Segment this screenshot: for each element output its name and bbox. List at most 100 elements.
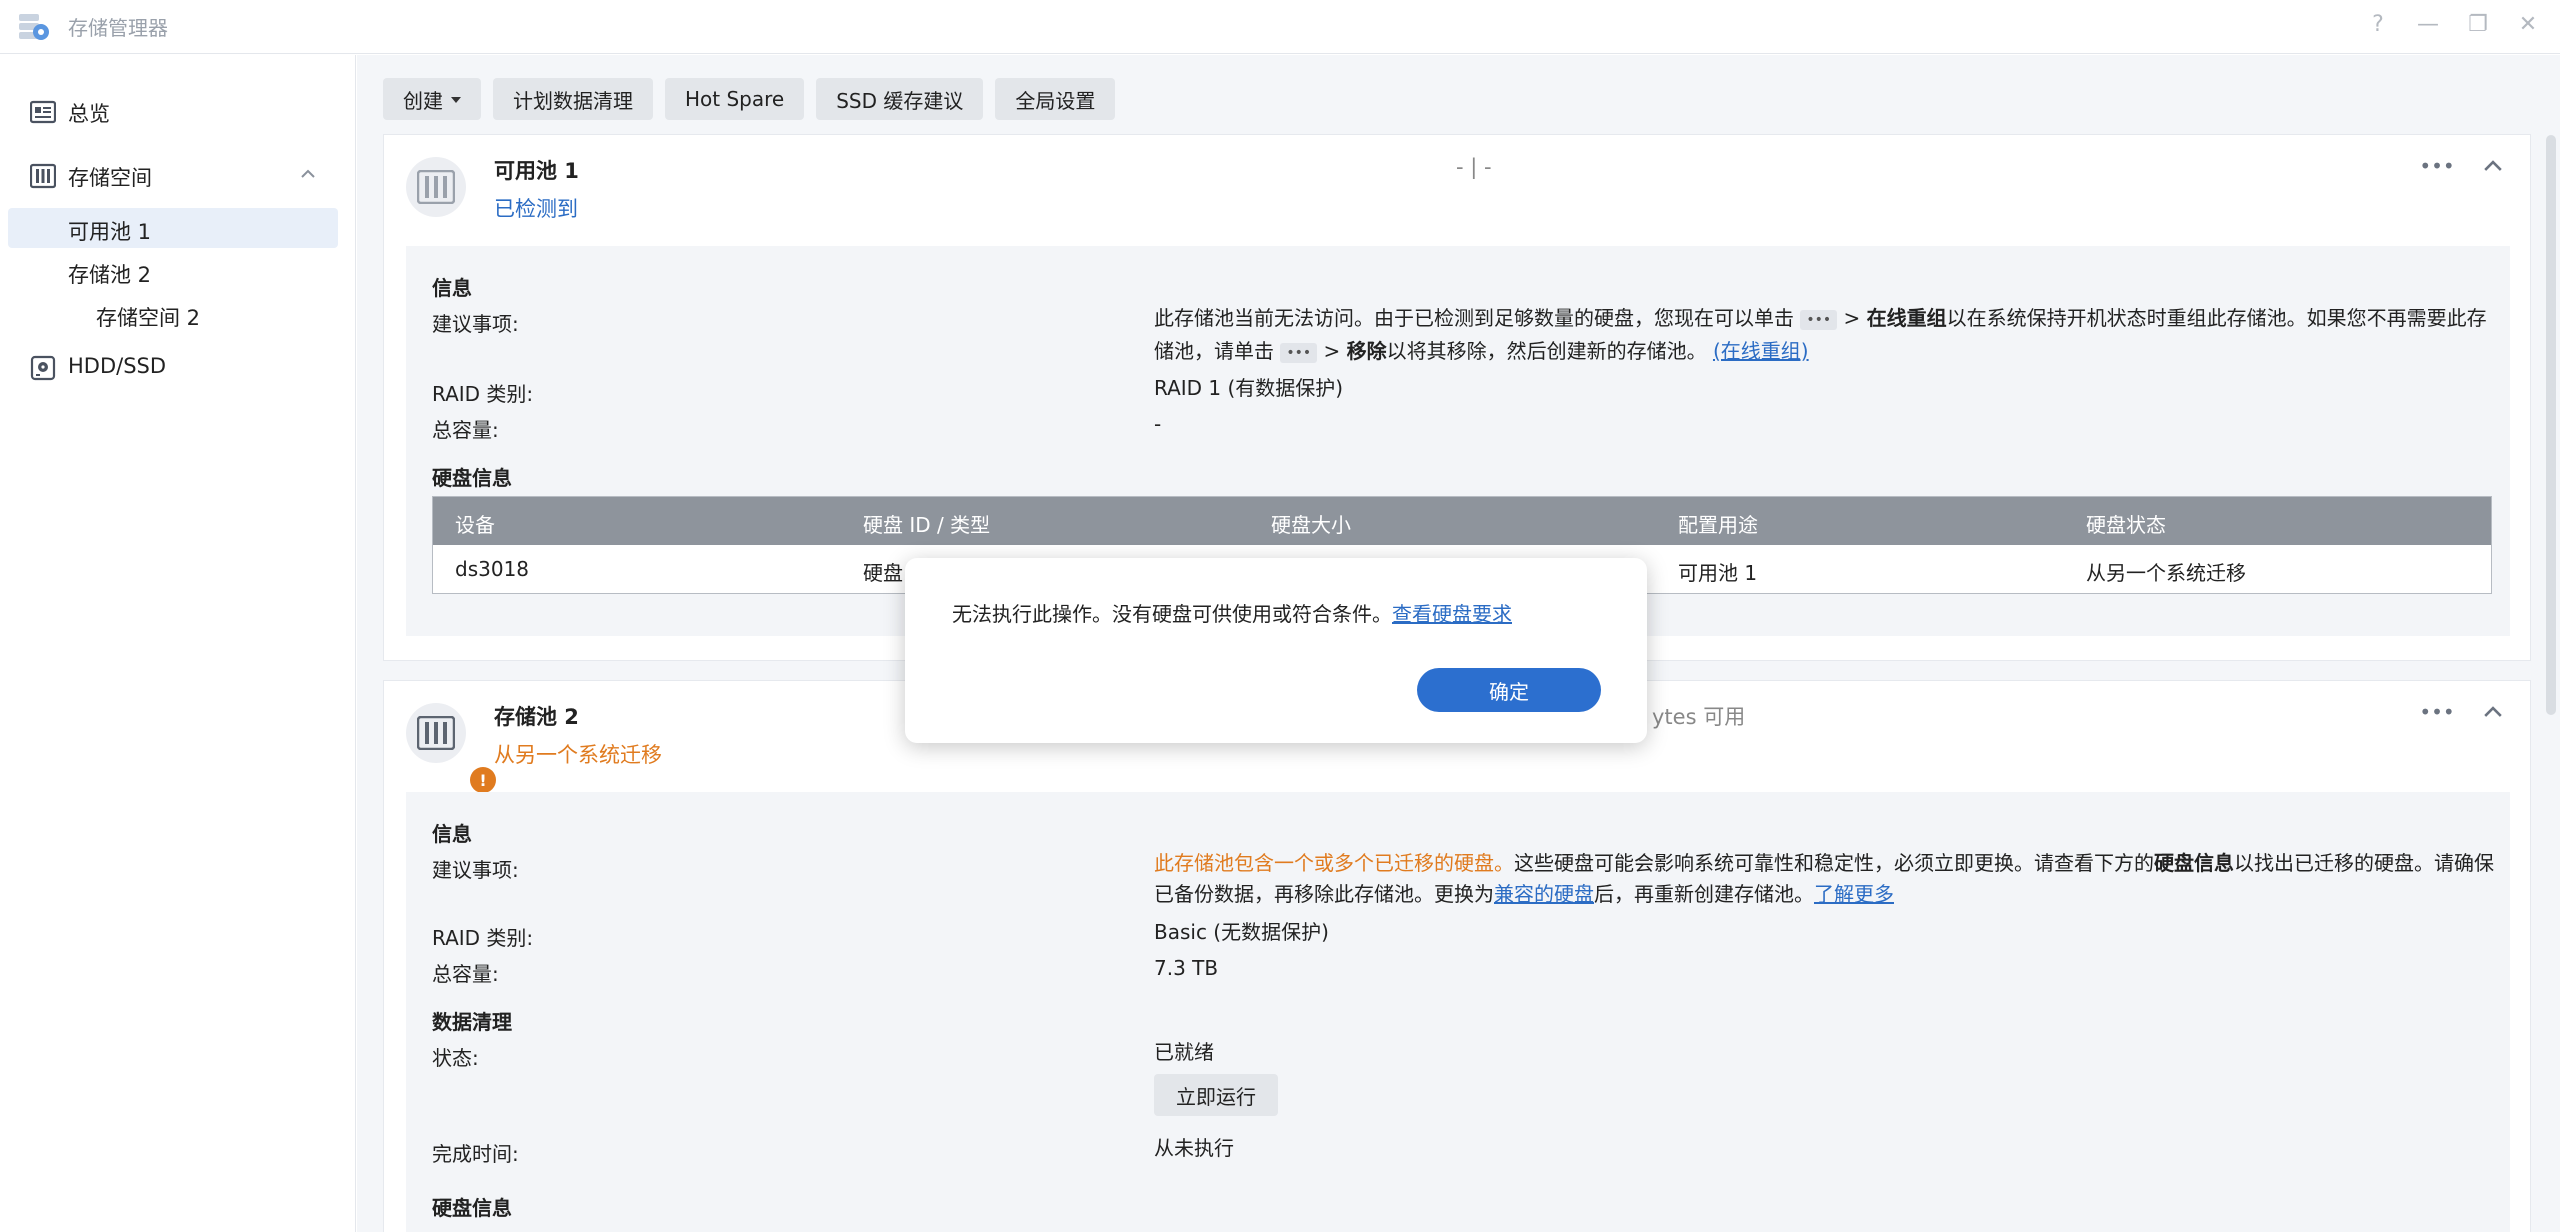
sidebar-item-hdd-ssd[interactable]: HDD/SSD xyxy=(0,342,356,394)
caret-down-icon xyxy=(451,97,461,103)
scrub-schedule-button[interactable]: 计划数据清理 xyxy=(493,78,653,120)
toolbar: 创建 计划数据清理 Hot Spare SSD 缓存建议 全局设置 xyxy=(383,78,1116,120)
minimize-icon[interactable]: — xyxy=(2414,10,2442,38)
online-assemble-link[interactable]: (在线重组) xyxy=(1713,339,1809,363)
capacity-label: 总容量: xyxy=(432,962,499,986)
pool-title: 存储池 2 xyxy=(494,705,579,729)
dialog-message: 无法执行此操作。没有硬盘可供使用或符合条件。查看硬盘要求 xyxy=(952,598,1512,627)
pool-body: 信息 建议事项: 此存储池包含一个或多个已迁移的硬盘。这些硬盘可能会影响系统可靠… xyxy=(406,792,2510,1232)
suggestion-text: 后，再重新创建存储池。 xyxy=(1594,882,1814,906)
state-value: 已就绪 xyxy=(1154,1040,1214,1064)
pool-status: 已检测到 xyxy=(494,197,578,221)
ok-button[interactable]: 确定 xyxy=(1417,668,1601,712)
done-time-value: 从未执行 xyxy=(1154,1136,1234,1160)
pool-header[interactable]: 可用池 1 已检测到 - | - ••• xyxy=(384,135,2530,245)
suggestion-value: 此存储池当前无法访问。由于已检测到足够数量的硬盘，您现在可以单击 ••• > 在… xyxy=(1154,302,2494,368)
close-icon[interactable]: ✕ xyxy=(2514,10,2542,38)
column-header: 设备 xyxy=(455,513,495,537)
alert-dialog: 无法执行此操作。没有硬盘可供使用或符合条件。查看硬盘要求 确定 xyxy=(905,558,1647,743)
overview-icon xyxy=(30,100,56,124)
cell-device: ds3018 xyxy=(455,557,530,581)
suggestion-text: 以将其移除，然后创建新的存储池。 xyxy=(1386,339,1707,363)
done-time-label: 完成时间: xyxy=(432,1142,519,1166)
cell-usage: 可用池 1 xyxy=(1678,561,1758,585)
capacity-label: 总容量: xyxy=(432,418,499,442)
dialog-message-text: 无法执行此操作。没有硬盘可供使用或符合条件。 xyxy=(952,602,1392,626)
hdd-icon xyxy=(30,355,56,381)
suggestion-label: 建议事项: xyxy=(432,858,519,882)
suggestion-text: 这些硬盘可能会影响系统可靠性和稳定性，必须立即更换。请查看下方的 xyxy=(1514,851,2154,875)
raid-value: RAID 1 (有数据保护) xyxy=(1154,376,1344,400)
sidebar-item-label: 存储池 2 xyxy=(68,263,152,287)
hot-spare-button[interactable]: Hot Spare xyxy=(665,78,805,120)
ssd-cache-advice-button[interactable]: SSD 缓存建议 xyxy=(816,78,984,120)
info-section-title: 信息 xyxy=(432,276,472,300)
pool-usage: - | - xyxy=(1456,155,1492,179)
scrollbar[interactable] xyxy=(2546,135,2556,715)
create-button[interactable]: 创建 xyxy=(383,78,481,120)
learn-more-link[interactable]: 了解更多 xyxy=(1814,882,1894,906)
sidebar-item-label: HDD/SSD xyxy=(68,354,167,378)
warning-icon: ! xyxy=(470,767,496,793)
table-header: 设备 硬盘 ID / 类型 硬盘大小 配置用途 硬盘状态 xyxy=(433,497,2491,545)
sidebar: 总览 存储空间 可用池 1 存储池 2 存储空间 2 HDD/SSD xyxy=(0,55,356,1232)
suggestion-separator: > xyxy=(1843,306,1861,330)
help-icon[interactable]: ? xyxy=(2364,10,2392,38)
sidebar-item-label: 总览 xyxy=(68,102,110,126)
run-now-button[interactable]: 立即运行 xyxy=(1154,1074,1278,1116)
disk-info-title: 硬盘信息 xyxy=(432,1196,512,1220)
compatible-disk-link[interactable]: 兼容的硬盘 xyxy=(1494,882,1594,906)
more-icon[interactable]: ••• xyxy=(2419,699,2454,725)
pool-icon xyxy=(406,157,466,217)
sidebar-item-label: 存储空间 xyxy=(68,166,152,190)
cell-id-type: 硬盘 xyxy=(863,561,903,585)
maximize-icon[interactable]: ❐ xyxy=(2464,10,2492,38)
raid-label: RAID 类别: xyxy=(432,382,534,406)
storage-space-icon xyxy=(30,163,56,189)
suggestion-text: 此存储池当前无法访问。由于已检测到足够数量的硬盘，您现在可以单击 xyxy=(1154,306,1794,330)
capacity-value: - xyxy=(1154,412,1162,436)
column-header: 硬盘大小 xyxy=(1271,513,1351,537)
capacity-value: 7.3 TB xyxy=(1154,956,1219,980)
more-chip-icon: ••• xyxy=(1800,309,1838,330)
suggestion-bold: 硬盘信息 xyxy=(2154,851,2234,875)
suggestion-bold: 在线重组 xyxy=(1866,306,1947,330)
suggestion-label: 建议事项: xyxy=(432,312,519,336)
column-header: 硬盘状态 xyxy=(2086,513,2166,537)
suggestion-bold: 移除 xyxy=(1346,339,1387,363)
suggestion-separator: > xyxy=(1323,339,1341,363)
pool-card-2: ! 存储池 2 从另一个系统迁移 ytes 可用 ••• 信息 建议事项: 此存… xyxy=(383,680,2531,1232)
sidebar-item-label: 可用池 1 xyxy=(68,220,152,244)
column-header: 硬盘 ID / 类型 xyxy=(863,513,991,537)
raid-label: RAID 类别: xyxy=(432,926,534,950)
raid-value: Basic (无数据保护) xyxy=(1154,920,1329,944)
suggestion-value: 此存储池包含一个或多个已迁移的硬盘。这些硬盘可能会影响系统可靠性和稳定性，必须立… xyxy=(1154,848,2494,910)
pool-icon: ! xyxy=(406,703,496,793)
global-settings-button[interactable]: 全局设置 xyxy=(995,78,1116,120)
disk-requirements-link[interactable]: 查看硬盘要求 xyxy=(1392,602,1512,626)
column-header: 配置用途 xyxy=(1678,513,1758,537)
sidebar-item-volume2[interactable]: 存储空间 2 xyxy=(8,294,338,334)
state-label: 状态: xyxy=(432,1046,479,1070)
cell-status: 从另一个系统迁移 xyxy=(2086,561,2246,585)
more-chip-icon: ••• xyxy=(1280,342,1318,363)
sidebar-item-overview[interactable]: 总览 xyxy=(0,86,356,138)
pool-usage: ytes 可用 xyxy=(1652,705,1746,729)
sidebar-item-pool1[interactable]: 可用池 1 xyxy=(8,208,338,248)
more-icon[interactable]: ••• xyxy=(2419,153,2454,179)
chevron-up-icon[interactable] xyxy=(298,164,318,184)
title-bar: 存储管理器 ? — ❐ ✕ xyxy=(0,0,2560,54)
sidebar-item-storage[interactable]: 存储空间 xyxy=(0,150,356,202)
info-section-title: 信息 xyxy=(432,822,472,846)
chevron-up-icon[interactable] xyxy=(2480,153,2506,179)
sidebar-item-pool2[interactable]: 存储池 2 xyxy=(8,251,338,291)
scrub-section-title: 数据清理 xyxy=(432,1010,512,1034)
pool-status: 从另一个系统迁移 xyxy=(494,743,662,767)
suggestion-warning: 此存储池包含一个或多个已迁移的硬盘。 xyxy=(1154,851,1514,875)
chevron-up-icon[interactable] xyxy=(2480,699,2506,725)
pool-title: 可用池 1 xyxy=(494,159,579,183)
storage-manager-icon xyxy=(19,14,49,40)
app-title: 存储管理器 xyxy=(68,16,168,40)
disk-info-title: 硬盘信息 xyxy=(432,466,512,490)
sidebar-item-label: 存储空间 2 xyxy=(96,306,201,330)
